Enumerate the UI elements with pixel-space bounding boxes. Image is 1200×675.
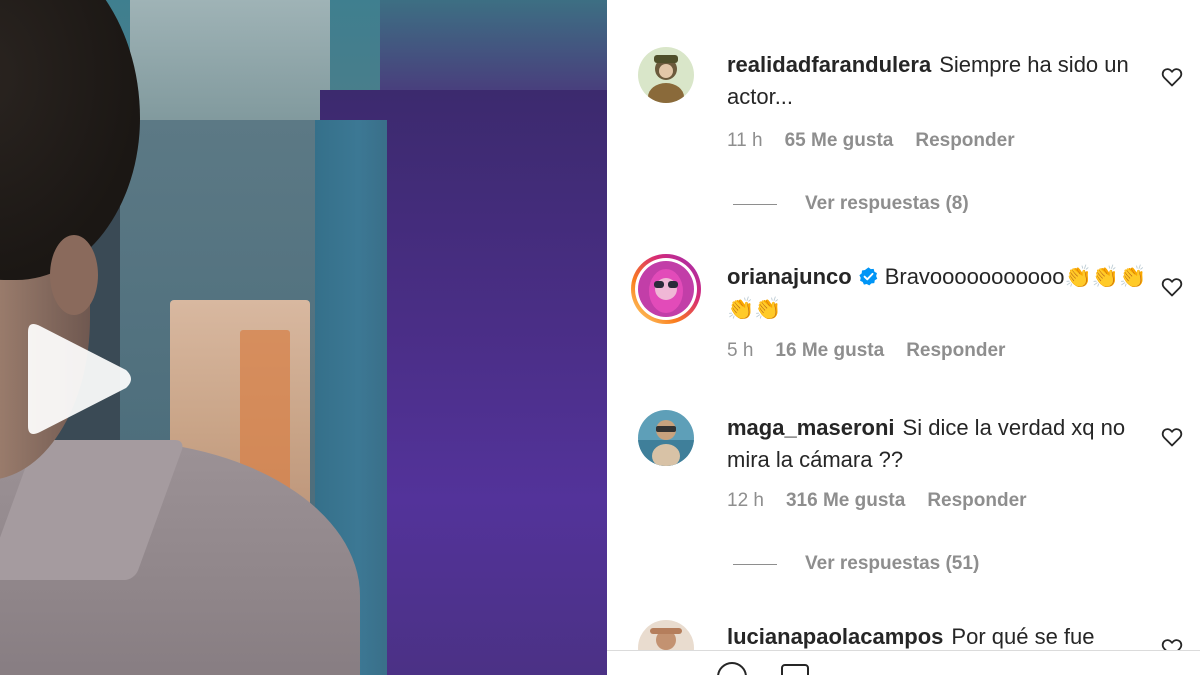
video-player[interactable] [0, 0, 607, 675]
comment-likes[interactable]: 316 Me gusta [786, 490, 905, 512]
verified-badge-icon [859, 267, 877, 286]
comment-text-block: realidadfarandulera Siempre ha sido un ac… [727, 49, 1147, 113]
person-ear [50, 235, 98, 315]
heart-icon[interactable] [1160, 425, 1184, 449]
comment-text-block: lucianapaolacampos Por qué se fue [727, 621, 1147, 653]
comment-time[interactable]: 5 h [727, 340, 753, 362]
reply-button[interactable]: Responder [927, 490, 1026, 512]
view-replies-label: Ver respuestas (8) [805, 193, 969, 214]
replies-divider [733, 203, 777, 205]
comment-time[interactable]: 12 h [727, 490, 764, 512]
avatar-story-ring[interactable] [631, 254, 701, 324]
comment-text-block: orianajunco Bravooooooooooo👏👏👏👏👏 [727, 261, 1147, 325]
comment-username[interactable]: lucianapaolacampos [727, 624, 943, 649]
heart-icon[interactable] [1160, 275, 1184, 299]
heart-icon[interactable] [1160, 65, 1184, 89]
view-replies-button[interactable]: Ver respuestas (8) [733, 193, 969, 215]
action-bar-icons [717, 662, 809, 675]
view-replies-label: Ver respuestas (51) [805, 553, 980, 574]
reply-button[interactable]: Responder [906, 340, 1005, 362]
user-avatar-icon [638, 410, 694, 466]
comment-meta: 5 h 16 Me gusta Responder [727, 340, 1005, 362]
comment-likes[interactable]: 65 Me gusta [785, 130, 894, 152]
comment-text: Por qué se fue [951, 624, 1095, 649]
avatar[interactable] [638, 410, 694, 466]
comment-text-block: maga_maseroni Si dice la verdad xq no mir… [727, 412, 1147, 476]
background-wall-upper [380, 0, 607, 100]
reply-button[interactable]: Responder [915, 130, 1014, 152]
replies-divider [733, 563, 777, 565]
comment-username[interactable]: maga_maseroni [727, 415, 895, 440]
action-bar [607, 650, 1200, 675]
comment-username[interactable]: realidadfarandulera [727, 52, 931, 77]
comment-likes[interactable]: 16 Me gusta [775, 340, 884, 362]
comment-meta: 11 h 65 Me gusta Responder [727, 130, 1015, 152]
view-replies-button[interactable]: Ver respuestas (51) [733, 553, 979, 575]
play-button[interactable] [18, 320, 136, 438]
user-avatar-icon [638, 47, 694, 103]
background-ceiling [130, 0, 330, 130]
comments-panel[interactable]: realidadfarandulera Siempre ha sido un ac… [607, 0, 1200, 675]
comment-meta: 12 h 316 Me gusta Responder [727, 490, 1027, 512]
comment-username[interactable]: orianajunco [727, 264, 852, 289]
play-icon [28, 324, 131, 434]
user-avatar-icon [638, 261, 694, 317]
comment-time[interactable]: 11 h [727, 130, 763, 152]
avatar[interactable] [638, 47, 694, 103]
